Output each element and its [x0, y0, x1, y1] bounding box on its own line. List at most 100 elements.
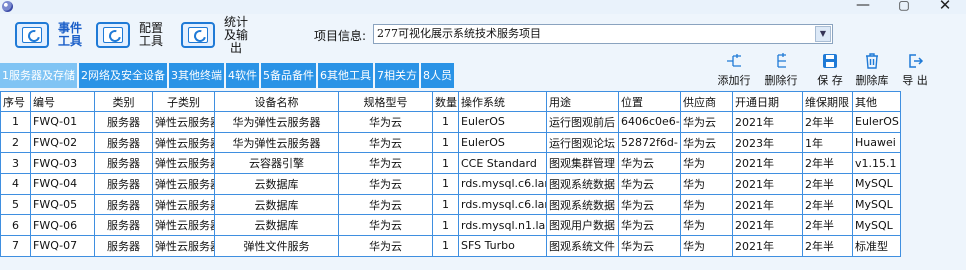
column-header[interactable]: 用途 [546, 91, 619, 112]
table-cell[interactable]: 华为弹性云服务器 [214, 111, 339, 133]
table-cell[interactable]: 2 [0, 131, 31, 154]
table-cell[interactable]: 1 [432, 193, 459, 216]
table-cell[interactable]: 弹性云服务器 [152, 111, 215, 133]
tab-other-terminals[interactable]: 3其他终端 [169, 63, 224, 88]
column-header[interactable]: 操作系统 [458, 91, 547, 112]
table-cell[interactable]: 2021年 [732, 173, 803, 195]
table-cell[interactable]: 华为云 [680, 131, 733, 154]
table-cell[interactable]: 华为云 [680, 111, 733, 133]
delete-row-button[interactable]: 删除行 [759, 52, 803, 88]
table-cell[interactable]: 弹性云服务器 [152, 131, 215, 154]
table-cell[interactable]: EulerOS [458, 131, 547, 154]
table-cell[interactable]: 标准型 [852, 235, 901, 257]
table-cell[interactable]: 1年 [802, 131, 853, 154]
table-cell[interactable]: 华为云 [618, 193, 681, 216]
column-header[interactable]: 数量 [432, 91, 459, 112]
column-header[interactable]: 位置 [618, 91, 681, 112]
table-row[interactable]: 4 FWQ-04 服务器 弹性云服务器 云数据库 华为云 1 rds.mysql.c6.lar… [0, 173, 901, 195]
table-cell[interactable]: 华为 [680, 214, 733, 237]
table-cell[interactable]: 1 [432, 173, 459, 195]
table-cell[interactable]: 弹性云服务器 [152, 214, 215, 237]
table-cell[interactable]: 5 [0, 193, 31, 216]
table-row[interactable]: 3 FWQ-03 服务器 弹性云服务器 云容器引擎 华为云 1 CCE Standard 图观集… [0, 152, 901, 175]
table-cell[interactable]: 2021年 [732, 193, 803, 216]
table-cell[interactable]: 服务器 [94, 235, 153, 257]
table-cell[interactable]: FWQ-03 [30, 152, 95, 175]
table-cell[interactable]: 2年半 [802, 111, 853, 133]
table-cell[interactable]: MySQL [852, 214, 901, 237]
table-cell[interactable]: 1 [432, 152, 459, 175]
table-cell[interactable]: 弹性文件服务 [214, 235, 339, 257]
event-tools-button[interactable]: 事件工具 [15, 20, 85, 50]
tab-servers-storage[interactable]: 1服务器及存储 [0, 63, 77, 88]
tab-stakeholders[interactable]: 7相关方 [375, 63, 419, 88]
column-header[interactable]: 子类别 [152, 91, 215, 112]
table-cell[interactable]: 华为云 [618, 173, 681, 195]
table-cell[interactable]: 服务器 [94, 152, 153, 175]
table-cell[interactable]: 2021年 [732, 214, 803, 237]
column-header[interactable]: 序号 [0, 91, 31, 112]
table-cell[interactable]: 2021年 [732, 111, 803, 133]
table-cell[interactable]: 华为 [680, 173, 733, 195]
table-cell[interactable]: 图观系统数据 [546, 173, 619, 195]
table-cell[interactable]: Huawei [852, 131, 901, 154]
table-cell[interactable]: 2年半 [802, 235, 853, 257]
tab-personnel[interactable]: 8人员 [421, 63, 454, 88]
table-cell[interactable]: 2年半 [802, 173, 853, 195]
table-cell[interactable]: 弹性云服务器 [152, 173, 215, 195]
table-cell[interactable]: 2年半 [802, 193, 853, 216]
table-cell[interactable]: 7 [0, 235, 31, 257]
table-cell[interactable]: 华为 [680, 193, 733, 216]
table-cell[interactable]: 弹性云服务器 [152, 152, 215, 175]
close-button[interactable]: ✕ [930, 0, 960, 13]
table-cell[interactable]: 1 [432, 131, 459, 154]
table-cell[interactable]: 华为云 [618, 214, 681, 237]
table-cell[interactable]: 运行图观前后 [546, 111, 619, 133]
add-row-button[interactable]: 添加行 [712, 52, 756, 88]
table-cell[interactable]: 2年半 [802, 152, 853, 175]
table-row[interactable]: 1 FWQ-01 服务器 弹性云服务器 华为弹性云服务器 华为云 1 EulerOS 运行图观前… [0, 111, 901, 133]
table-cell[interactable]: EulerOS [852, 111, 901, 133]
stats-output-button[interactable]: 统计及输出 [181, 15, 251, 54]
table-row[interactable]: 5 FWQ-05 服务器 弹性云服务器 云数据库 华为云 1 rds.mysql.c6.lar… [0, 193, 901, 216]
column-header[interactable]: 规格型号 [338, 91, 433, 112]
delete-library-button[interactable]: 删除库 [850, 52, 894, 88]
table-cell[interactable]: 华为云 [338, 214, 433, 237]
table-cell[interactable]: 华为云 [338, 111, 433, 133]
table-cell[interactable]: 弹性云服务器 [152, 193, 215, 216]
table-cell[interactable]: 弹性云服务器 [152, 235, 215, 257]
table-cell[interactable]: 华为弹性云服务器 [214, 131, 339, 154]
table-cell[interactable]: FWQ-04 [30, 173, 95, 195]
table-cell[interactable]: EulerOS [458, 111, 547, 133]
table-row[interactable]: 6FWQ-06服务器弹性云服务器云数据库华为云1rds.mysql.n1.lar… [0, 214, 901, 237]
table-cell[interactable]: FWQ-01 [30, 111, 95, 133]
export-button[interactable]: 导 出 [893, 52, 937, 88]
tab-software[interactable]: 4软件 [226, 63, 259, 88]
table-cell[interactable]: 服务器 [94, 193, 153, 216]
table-cell[interactable]: 52872f6d- [618, 131, 681, 154]
table-cell[interactable]: 图观用户数据 [546, 214, 619, 237]
table-cell[interactable]: FWQ-02 [30, 131, 95, 154]
table-cell[interactable]: 2023年 [732, 131, 803, 154]
table-cell[interactable]: FWQ-06 [30, 214, 95, 237]
table-cell[interactable]: 6 [0, 214, 31, 237]
column-header[interactable]: 设备名称 [214, 91, 339, 112]
table-cell[interactable]: 服务器 [94, 131, 153, 154]
table-cell[interactable]: 华为云 [338, 131, 433, 154]
table-cell[interactable]: 服务器 [94, 173, 153, 195]
table-cell[interactable]: 云容器引擎 [214, 152, 339, 175]
table-cell[interactable]: 华为 [680, 152, 733, 175]
table-cell[interactable]: 图观系统数据 [546, 193, 619, 216]
column-header[interactable]: 其他 [852, 91, 901, 112]
table-cell[interactable]: 华为云 [338, 235, 433, 257]
tab-spare-parts[interactable]: 5备品备件 [261, 63, 316, 88]
table-row[interactable]: 7 FWQ-07 服务器 弹性云服务器 弹性文件服务 华为云 1 SFS Turbo 图观系统文… [0, 235, 901, 257]
table-cell[interactable]: 云数据库 [214, 173, 339, 195]
column-header[interactable]: 类别 [94, 91, 153, 112]
column-header[interactable]: 供应商 [680, 91, 733, 112]
column-header[interactable]: 维保期限 [802, 91, 853, 112]
table-cell[interactable]: 1 [432, 111, 459, 133]
minimize-button[interactable]: — [848, 0, 878, 13]
table-cell[interactable]: 2年半 [802, 214, 853, 237]
project-select[interactable]: 277可视化展示系统技术服务项目 ▼ [373, 24, 833, 44]
